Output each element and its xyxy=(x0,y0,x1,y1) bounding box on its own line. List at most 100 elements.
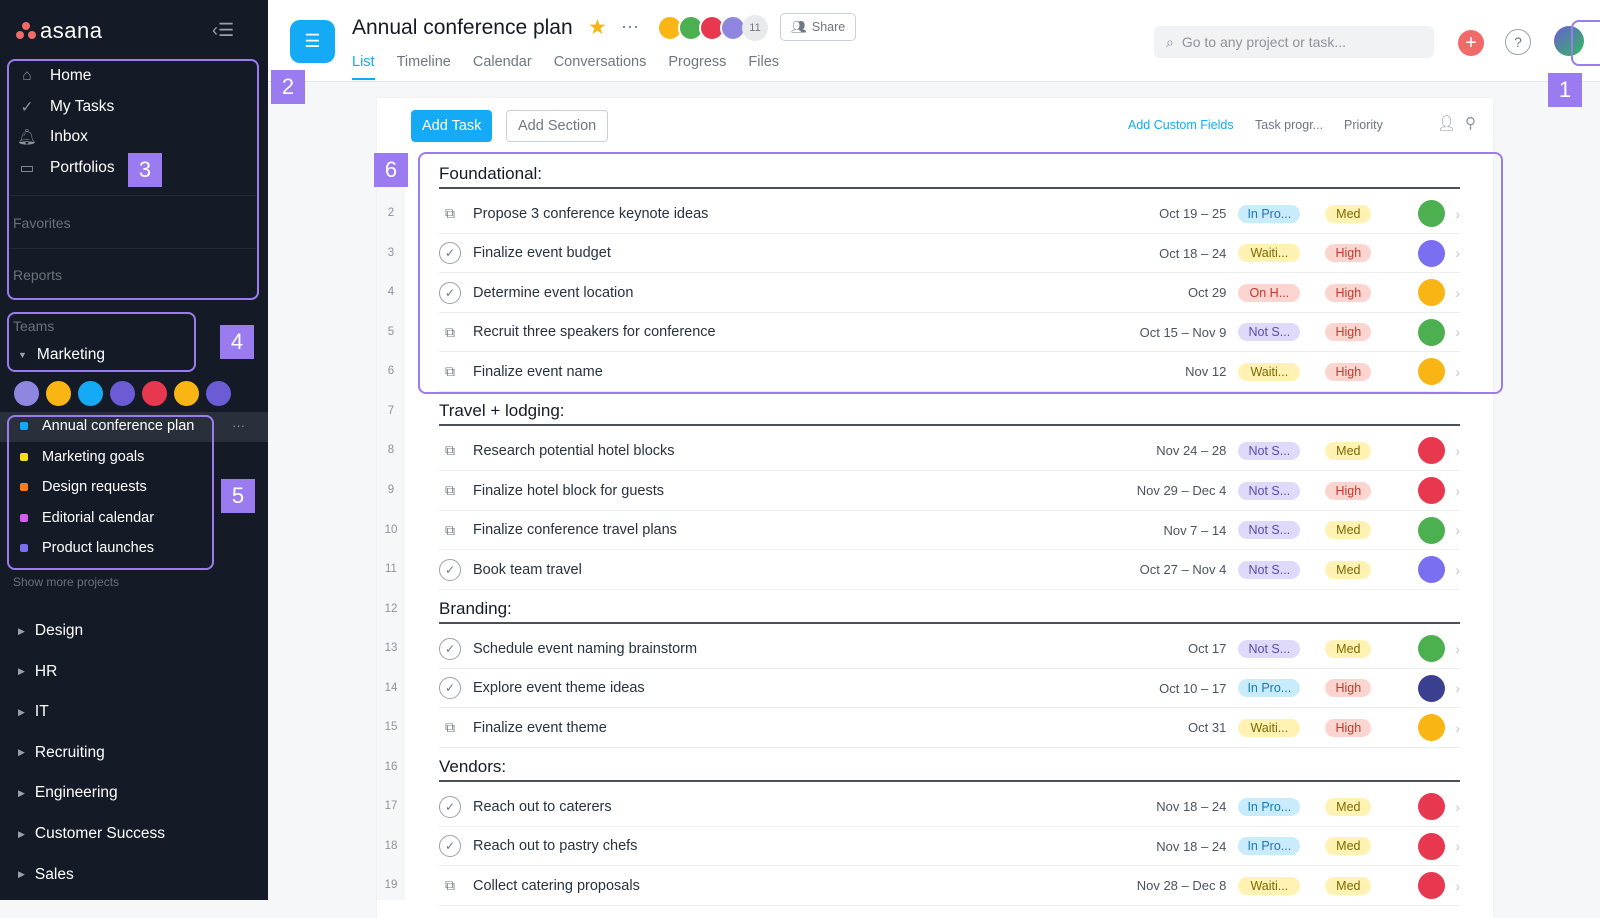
asana-logo[interactable]: asana xyxy=(16,18,102,44)
priority-badge[interactable]: High xyxy=(1325,679,1372,698)
priority-badge[interactable]: Med xyxy=(1325,521,1372,540)
assignee-avatar[interactable] xyxy=(1418,714,1446,742)
quick-add-button[interactable]: + xyxy=(1458,30,1484,56)
tab-progress[interactable]: Progress xyxy=(668,54,726,80)
team-member-avatar[interactable] xyxy=(204,379,233,408)
member-count[interactable]: 11 xyxy=(742,15,768,41)
project-list-icon[interactable]: ☰ xyxy=(290,20,335,63)
section-header[interactable]: Travel + lodging: xyxy=(439,401,1460,426)
status-badge[interactable]: Not S... xyxy=(1238,481,1301,500)
assignee-avatar[interactable] xyxy=(1418,872,1446,900)
status-badge[interactable]: In Pro... xyxy=(1238,797,1301,816)
priority-badge[interactable]: Med xyxy=(1325,876,1372,895)
assignee-avatar[interactable] xyxy=(1418,832,1446,860)
task-due-date[interactable]: Nov 29 – Dec 4 xyxy=(1096,483,1227,498)
status-badge[interactable]: Not S... xyxy=(1238,560,1301,579)
show-more-projects-link[interactable]: Show more projects xyxy=(13,575,119,589)
sidebar-team[interactable]: ▶ HR xyxy=(18,663,57,681)
task-row[interactable]: ⧉ Research potential hotel blocks Nov 24 –… xyxy=(439,432,1460,471)
task-due-date[interactable]: Nov 28 – Dec 8 xyxy=(1096,878,1227,893)
assignee-avatar[interactable] xyxy=(1418,556,1446,584)
complete-check-icon[interactable]: ✓ xyxy=(439,795,461,818)
complete-check-icon[interactable]: ✓ xyxy=(439,637,461,660)
task-name[interactable]: Finalize hotel block for guests xyxy=(473,483,1096,499)
status-badge[interactable]: In Pro... xyxy=(1238,837,1301,856)
complete-check-icon[interactable]: ✓ xyxy=(439,835,461,858)
add-section-button[interactable]: Add Section xyxy=(506,110,609,142)
team-member-avatar[interactable] xyxy=(108,379,137,408)
task-row[interactable]: ⧉ Finalize conference travel plans Nov 7 –… xyxy=(439,511,1460,551)
status-badge[interactable]: In Pro... xyxy=(1238,679,1301,698)
assignee-column-icon[interactable]: 👤︎ xyxy=(1437,114,1456,132)
task-due-date[interactable]: Nov 24 – 28 xyxy=(1096,443,1226,458)
tab-timeline[interactable]: Timeline xyxy=(397,54,451,80)
chevron-right-icon[interactable]: › xyxy=(1455,562,1460,578)
help-button[interactable]: ? xyxy=(1505,29,1531,55)
sidebar-team[interactable]: ▶ Recruiting xyxy=(18,744,105,762)
assignee-avatar[interactable] xyxy=(1418,635,1446,663)
task-name[interactable]: Finalize conference travel plans xyxy=(473,522,1096,538)
sidebar-team[interactable]: ▶ IT xyxy=(18,703,49,721)
task-due-date[interactable]: Oct 10 – 17 xyxy=(1096,681,1226,696)
assignee-avatar[interactable] xyxy=(1418,437,1446,465)
task-name[interactable]: Reach out to caterers xyxy=(473,799,1096,815)
team-member-avatar[interactable] xyxy=(172,379,201,408)
team-member-avatar[interactable] xyxy=(76,379,105,408)
sidebar-team[interactable]: ▶ Sales xyxy=(18,866,74,884)
priority-badge[interactable]: Med xyxy=(1325,560,1372,579)
star-icon[interactable]: ★ xyxy=(588,15,607,40)
task-due-date[interactable]: Nov 18 – 24 xyxy=(1096,839,1226,854)
task-due-date[interactable]: Oct 31 xyxy=(1096,720,1226,735)
search-input[interactable]: ⌕ Go to any project or task... xyxy=(1154,26,1434,58)
task-name[interactable]: Book team travel xyxy=(473,562,1096,578)
add-task-button[interactable]: Add Task xyxy=(411,110,493,142)
status-badge[interactable]: Not S... xyxy=(1238,521,1301,540)
chevron-right-icon[interactable]: › xyxy=(1455,680,1460,696)
sidebar-team[interactable]: ▶ Customer Success xyxy=(18,825,165,843)
sidebar-team[interactable]: ▶ Engineering xyxy=(18,784,118,802)
column-task-progress[interactable]: Task progr... xyxy=(1255,118,1323,132)
task-name[interactable]: Reach out to pastry chefs xyxy=(473,838,1096,854)
section-header[interactable]: Vendors: xyxy=(439,757,1460,782)
collapse-sidebar-icon[interactable]: ‹☰ xyxy=(212,20,234,41)
task-row[interactable]: ⧉ Collect catering proposals Nov 28 – Dec … xyxy=(439,867,1460,906)
chevron-right-icon[interactable]: › xyxy=(1455,483,1460,499)
chevron-right-icon[interactable]: › xyxy=(1455,878,1460,894)
task-due-date[interactable]: Nov 7 – 14 xyxy=(1096,523,1226,538)
chevron-right-icon[interactable]: › xyxy=(1455,443,1460,459)
project-more-icon[interactable]: ··· xyxy=(232,418,245,433)
task-name[interactable]: Finalize event theme xyxy=(473,720,1096,736)
add-custom-fields-link[interactable]: Add Custom Fields xyxy=(1128,118,1234,132)
priority-badge[interactable]: High xyxy=(1325,481,1372,500)
status-badge[interactable]: Waiti... xyxy=(1238,718,1301,737)
project-more-icon[interactable]: ··· xyxy=(621,16,639,37)
task-due-date[interactable]: Nov 18 – 24 xyxy=(1096,799,1226,814)
section-header[interactable]: Branding: xyxy=(439,599,1460,624)
team-member-avatar[interactable] xyxy=(12,379,41,408)
task-due-date[interactable]: Oct 17 xyxy=(1096,641,1226,656)
filter-settings-icon[interactable]: ⚲ xyxy=(1465,114,1476,132)
assignee-avatar[interactable] xyxy=(1418,674,1446,702)
team-member-avatar[interactable] xyxy=(140,379,169,408)
chevron-right-icon[interactable]: › xyxy=(1455,641,1460,657)
priority-badge[interactable]: Med xyxy=(1325,639,1372,658)
chevron-right-icon[interactable]: › xyxy=(1455,522,1460,538)
task-due-date[interactable]: Oct 27 – Nov 4 xyxy=(1096,562,1227,577)
share-button[interactable]: 👥︎ Share xyxy=(780,13,857,41)
status-badge[interactable]: Not S... xyxy=(1238,441,1301,460)
column-priority[interactable]: Priority xyxy=(1344,118,1383,132)
project-title[interactable]: Annual conference plan xyxy=(352,16,573,40)
assignee-avatar[interactable] xyxy=(1418,477,1446,505)
task-row[interactable]: ✓ Schedule event naming brainstorm Oct 17 N… xyxy=(439,630,1460,669)
complete-check-icon[interactable]: ✓ xyxy=(439,558,461,581)
chevron-right-icon[interactable]: › xyxy=(1455,799,1460,815)
tab-conversations[interactable]: Conversations xyxy=(554,54,647,80)
sidebar-team[interactable]: ▶ Design xyxy=(18,622,83,640)
task-row[interactable]: ✓ Reach out to pastry chefs Nov 18 – 24 In … xyxy=(439,827,1460,867)
tab-files[interactable]: Files xyxy=(748,54,779,80)
task-row[interactable]: ✓ Explore event theme ideas Oct 10 – 17 In … xyxy=(439,669,1460,709)
task-name[interactable]: Schedule event naming brainstorm xyxy=(473,641,1096,657)
priority-badge[interactable]: Med xyxy=(1325,441,1372,460)
task-row[interactable]: ✓ Book team travel Oct 27 – Nov 4 Not S... M… xyxy=(439,551,1460,590)
task-name[interactable]: Collect catering proposals xyxy=(473,878,1096,894)
